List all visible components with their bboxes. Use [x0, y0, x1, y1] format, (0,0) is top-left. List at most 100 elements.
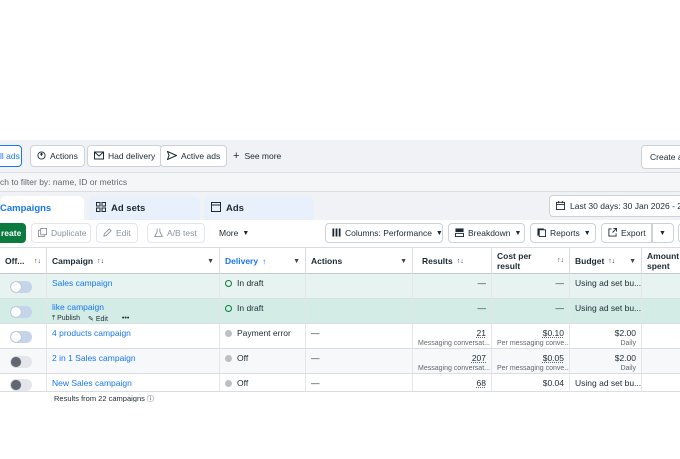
sort-icon: ↑↓ [557, 257, 564, 264]
campaign-toggle[interactable] [10, 281, 32, 293]
table-row[interactable]: 4 products campaign Payment error — 21 Me… [0, 324, 680, 349]
campaign-cell: Sales campaign [47, 274, 220, 298]
create-button-label: reate [1, 228, 22, 238]
search-bar[interactable]: ch to filter by: name, ID or metrics [0, 172, 680, 192]
campaign-toggle[interactable] [10, 356, 32, 368]
chevron-down-icon: ▼ [293, 257, 300, 265]
tab-ad-sets[interactable]: Ad sets [89, 196, 200, 220]
table-row[interactable]: New Sales campaign Off — 68 $0.04 Using … [0, 374, 680, 392]
delivery-cell: Off [220, 374, 306, 391]
breakdown-icon [455, 227, 464, 239]
budget-cell: Using ad set bu... [570, 299, 642, 323]
breakdown-button[interactable]: Breakdown ▼ [448, 223, 525, 243]
ab-test-button[interactable]: A/B test [147, 223, 205, 243]
delivery-cell: In draft [220, 299, 306, 323]
date-range-picker[interactable]: Last 30 days: 30 Jan 2026 - 28 F [549, 195, 680, 217]
draft-status-icon [225, 305, 232, 312]
table-row[interactable]: Sales campaign In draft — — Using ad set… [0, 274, 680, 299]
columns-label: Columns: Performance [345, 228, 432, 238]
tab-campaigns[interactable]: Campaigns [0, 196, 84, 220]
cost-value: — [555, 303, 565, 313]
export-dropdown-button[interactable]: ▼ [652, 223, 674, 243]
calendar-icon [556, 200, 565, 212]
filter-all-ads-label: ll ads [0, 151, 20, 161]
results-cell: — [413, 299, 492, 323]
filter-actions-label: Actions [50, 151, 78, 161]
campaign-name-link[interactable]: New Sales campaign [52, 378, 132, 388]
cost-value: $0.10 [542, 328, 564, 338]
col-results[interactable]: Results ↑↓ [413, 248, 492, 274]
amount-cell [642, 324, 680, 348]
publish-action[interactable]: ⤒ Publish [52, 315, 80, 323]
col-delivery[interactable]: Delivery ↑ ▼ [220, 248, 306, 274]
col-off-on[interactable]: Off... ↑↓ [0, 248, 47, 274]
edit-button[interactable]: Edit [96, 223, 138, 243]
campaign-name-link[interactable]: 4 products campaign [52, 328, 131, 338]
toggle-cell [0, 349, 47, 373]
search-input[interactable]: ch to filter by: name, ID or metrics [0, 177, 127, 187]
edit-label: Edit [116, 228, 131, 238]
campaign-name-link[interactable]: 2 in 1 Sales campaign [52, 353, 136, 363]
chevron-down-icon: ▼ [583, 229, 591, 237]
create-button[interactable]: reate [0, 223, 26, 243]
reports-button[interactable]: Reports ▼ [530, 223, 596, 243]
create-ad-button[interactable]: Create a [641, 145, 680, 169]
toggle-cell [0, 374, 47, 391]
filter-actions[interactable]: Actions [30, 145, 85, 167]
budget-cell: Using ad set bu... [570, 274, 642, 298]
tab-campaigns-label: Campaigns [0, 202, 52, 214]
col-cost-per-result[interactable]: Cost per result ↑↓ [492, 248, 570, 274]
filter-active-ads[interactable]: Active ads [160, 145, 228, 167]
col-campaign-label: Campaign [52, 256, 94, 266]
results-summary: Results from 22 campaigns ⓘ [54, 394, 154, 402]
col-amount-spent[interactable]: Amount spent [642, 248, 680, 274]
table-row[interactable]: 2 in 1 Sales campaign Off — 207 Messaging… [0, 349, 680, 374]
filter-had-delivery[interactable]: Had delivery [87, 145, 163, 167]
campaign-toggle[interactable] [10, 379, 32, 391]
duplicate-button[interactable]: Duplicate [31, 223, 91, 243]
table-footer: Results from 22 campaigns ⓘ [0, 392, 680, 402]
chevron-down-icon: ▼ [435, 229, 443, 237]
col-budget[interactable]: Budget ↑↓ ▼ [570, 248, 642, 274]
campaign-cell: 2 in 1 Sales campaign [47, 349, 220, 373]
delivery-status: Payment error [237, 328, 291, 338]
campaign-cell: New Sales campaign [47, 374, 220, 391]
results-subtext: Messaging conversat... [418, 340, 490, 347]
campaign-name-link[interactable]: Sales campaign [52, 278, 112, 288]
delivery-cell: Payment error [220, 324, 306, 348]
col-delivery-label: Delivery [225, 256, 259, 266]
budget-subtext: Daily [620, 340, 636, 347]
more-options-icon[interactable]: ••• [122, 315, 129, 323]
col-campaign[interactable]: Campaign ↑↓ ▼ [47, 248, 220, 274]
sort-icon: ↑↓ [608, 257, 616, 265]
filter-active-ads-label: Active ads [181, 151, 221, 161]
export-button[interactable]: Export [601, 223, 652, 243]
campaign-name-link[interactable]: like campaign [52, 302, 104, 312]
duplicate-icon [38, 227, 47, 239]
see-more-button[interactable]: + See more [233, 145, 281, 167]
export-icon [608, 227, 617, 239]
upload-icon: ⤒ [52, 315, 56, 322]
edit-action[interactable]: ✎ Edit [88, 315, 108, 323]
filter-all-ads[interactable]: ll ads [0, 145, 22, 167]
campaign-toggle[interactable] [10, 331, 32, 343]
col-off-on-label: Off... [5, 256, 25, 266]
duplicate-label: Duplicate [51, 228, 87, 238]
export-label: Export [621, 228, 646, 238]
tab-ads[interactable]: Ads [204, 196, 314, 220]
chevron-down-icon: ▼ [629, 257, 636, 265]
table-row[interactable]: like campaign In draft — — Using ad set … [0, 299, 680, 324]
ad-page-icon [211, 201, 221, 215]
col-actions[interactable]: Actions ▼ [306, 248, 413, 274]
actions-value: — [311, 353, 320, 363]
cost-cell: $0.05 Per messaging conve... [492, 349, 570, 373]
columns-button[interactable]: Columns: Performance ▼ [325, 223, 443, 243]
status-dot-icon [225, 355, 232, 362]
actions-icon [37, 150, 46, 162]
amount-cell [642, 349, 680, 373]
info-icon[interactable]: ⓘ [147, 396, 154, 402]
more-button[interactable]: More ▼ [212, 223, 254, 243]
campaign-cell: 4 products campaign [47, 324, 220, 348]
results-cell: — [413, 274, 492, 298]
campaign-toggle[interactable] [10, 306, 32, 318]
